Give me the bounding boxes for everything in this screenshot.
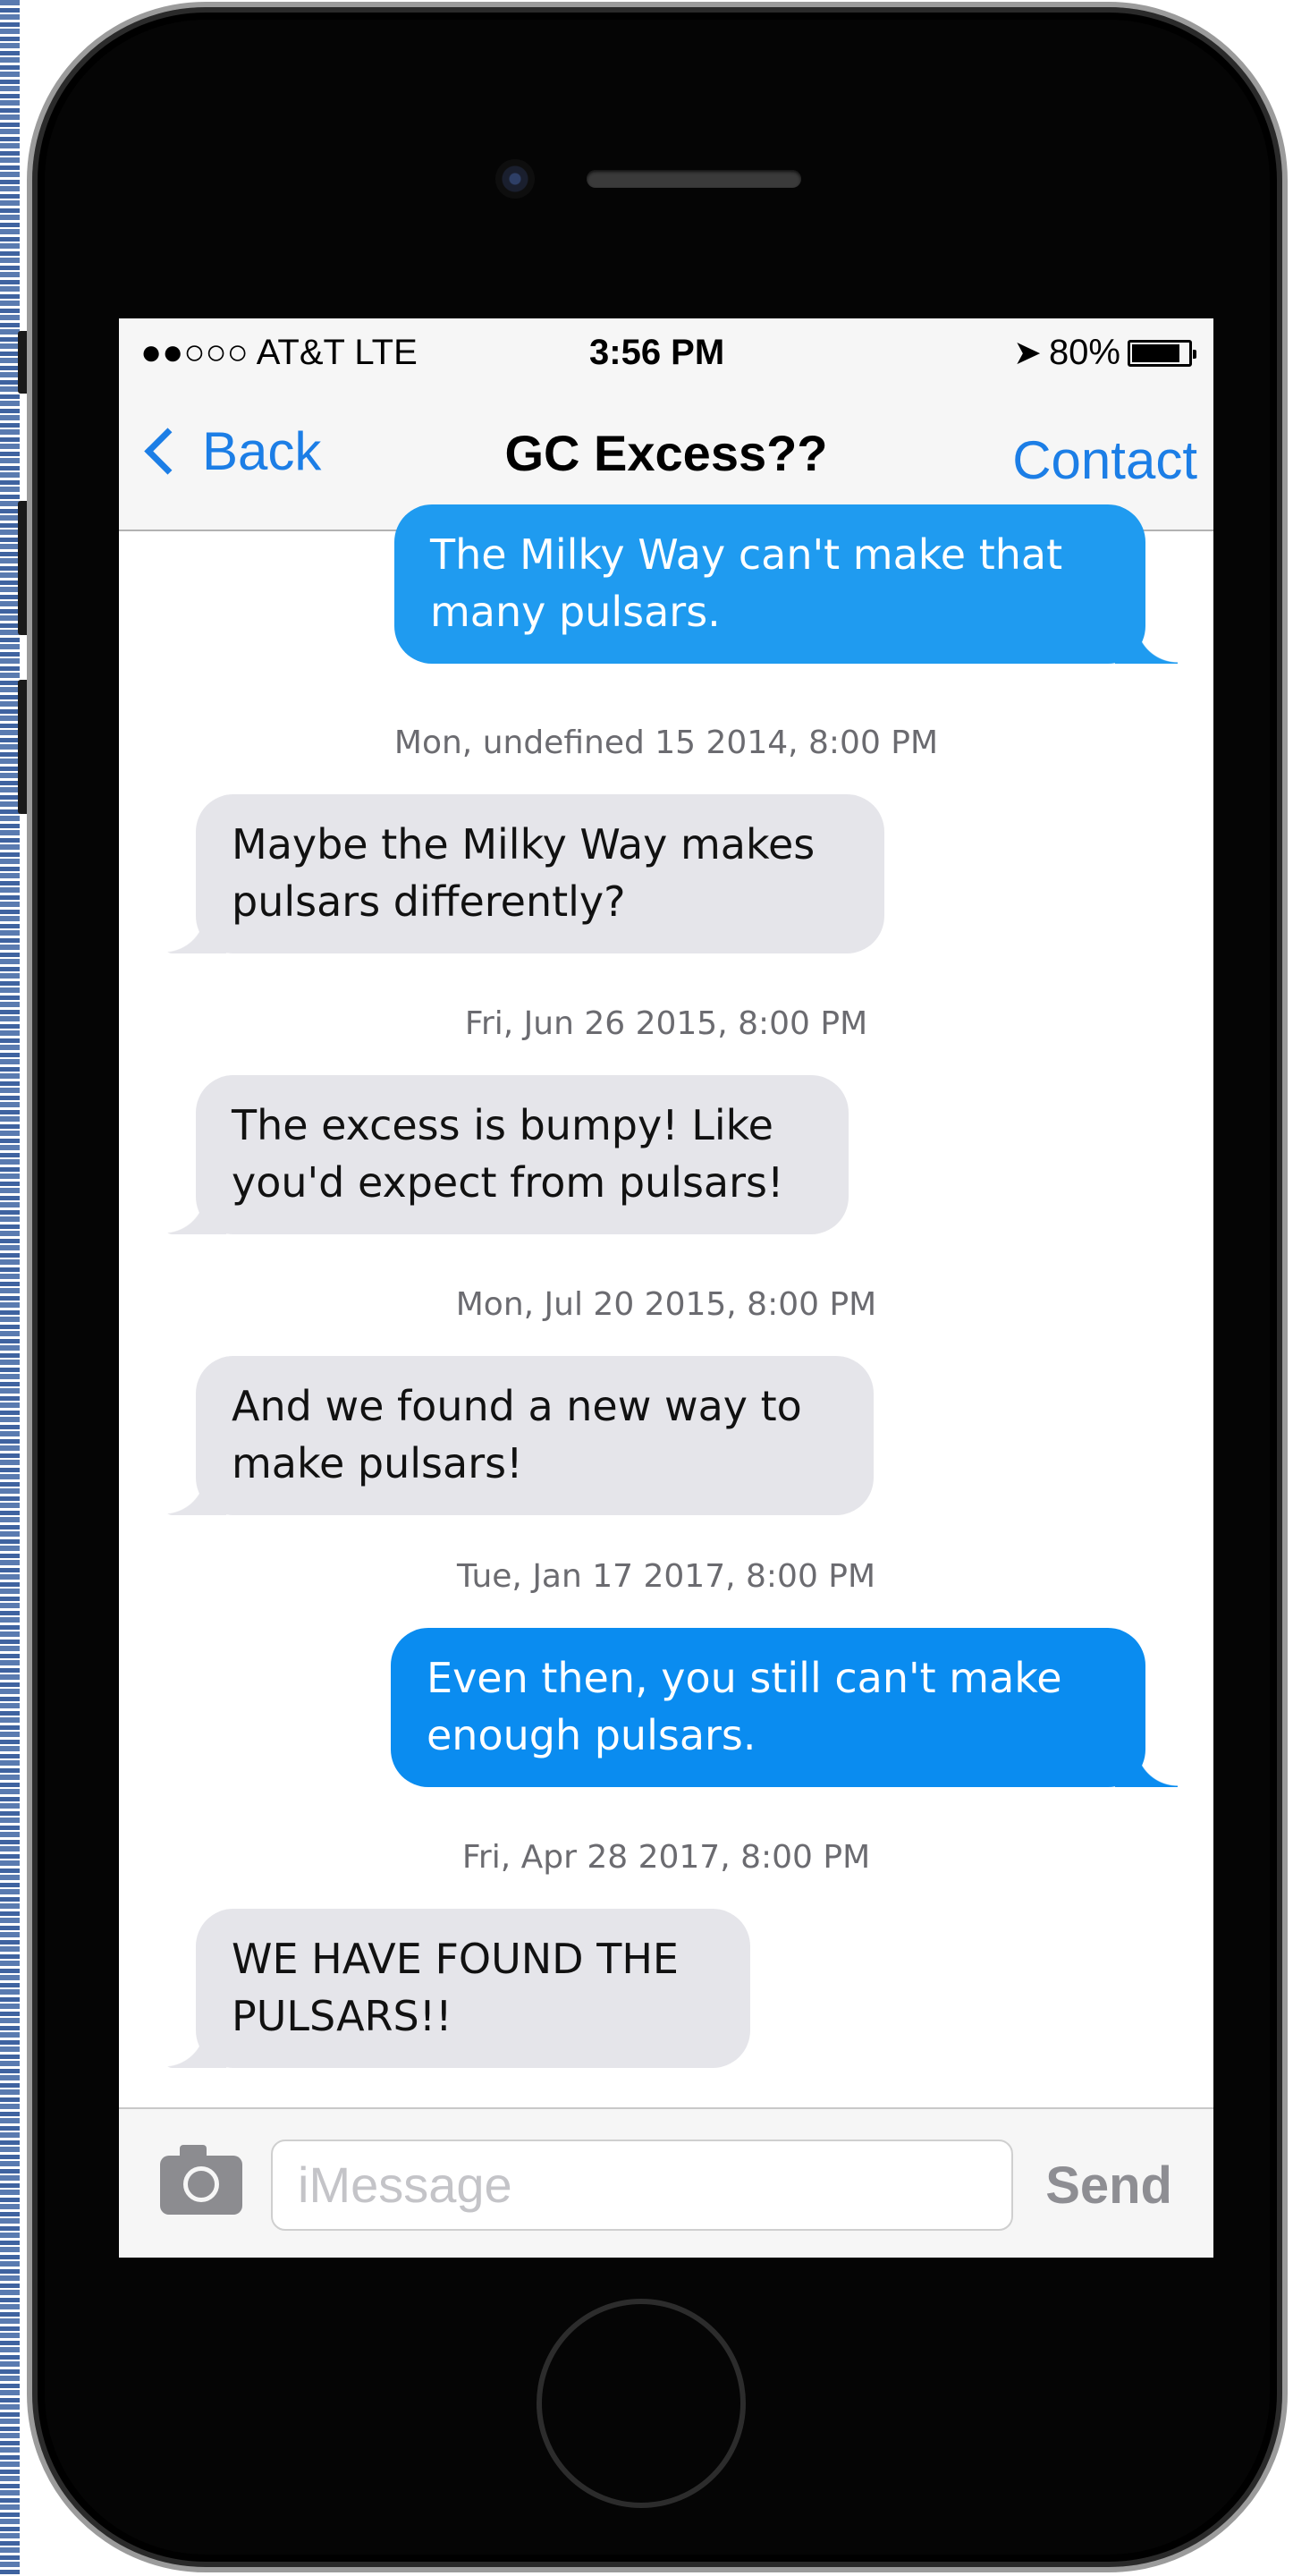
camera-icon[interactable]	[160, 2145, 242, 2215]
message-timestamp: Fri, Apr 28 2017, 8:00 PM	[461, 1839, 871, 1876]
message-bubble-incoming[interactable]: The excess is bumpy! Like you'd expect f…	[164, 1075, 849, 1234]
home-button[interactable]	[537, 2299, 746, 2508]
front-camera	[495, 159, 535, 199]
message-timestamp: Tue, Jan 17 2017, 8:00 PM	[456, 1558, 876, 1595]
carrier-signal: ●●○○○ AT&T LTE	[140, 333, 418, 372]
status-right: ➤ 80%	[1013, 333, 1196, 373]
message-timestamp: Fri, Jun 26 2015, 8:00 PM	[464, 1005, 868, 1042]
message-bubble-incoming[interactable]: Maybe the Milky Way makes pulsars differ…	[164, 794, 884, 953]
page-edge-border	[0, 0, 20, 2576]
battery-percent: 80%	[1048, 333, 1120, 372]
message-bubble-incoming[interactable]: WE HAVE FOUND THE PULSARS!!	[164, 1909, 750, 2068]
battery-icon	[1128, 339, 1196, 367]
status-bar: ●●○○○ AT&T LTE 3:56 PM ➤ 80%	[119, 318, 1213, 394]
send-button[interactable]: Send	[1045, 2156, 1172, 2216]
message-bubble-outgoing[interactable]: Even then, you still can't make enough p…	[391, 1628, 1178, 1787]
camera-lens	[183, 2166, 219, 2202]
status-time: 3:56 PM	[589, 333, 725, 372]
phone-screen: ●●○○○ AT&T LTE 3:56 PM ➤ 80% Back GC Exc…	[119, 318, 1213, 2258]
message-bubble-incoming[interactable]: And we found a new way to make pulsars!	[164, 1356, 874, 1515]
message-bubble-outgoing[interactable]: The Milky Way can't make that many pulsa…	[394, 504, 1178, 664]
message-thread: The Milky Way can't make that many pulsa…	[119, 504, 1213, 2122]
contact-button[interactable]: Contact	[1012, 429, 1197, 491]
location-arrow-icon: ➤	[1013, 335, 1042, 372]
message-timestamp: Mon, Jul 20 2015, 8:00 PM	[455, 1286, 877, 1323]
message-input-bar: iMessage Send	[119, 2107, 1213, 2258]
conversation-title-text: GC Excess??	[504, 425, 828, 481]
imessage-input[interactable]: iMessage	[271, 2140, 1013, 2231]
message-timestamp: Mon, undefined 15 2014, 8:00 PM	[393, 724, 939, 761]
earpiece-speaker	[587, 170, 801, 188]
